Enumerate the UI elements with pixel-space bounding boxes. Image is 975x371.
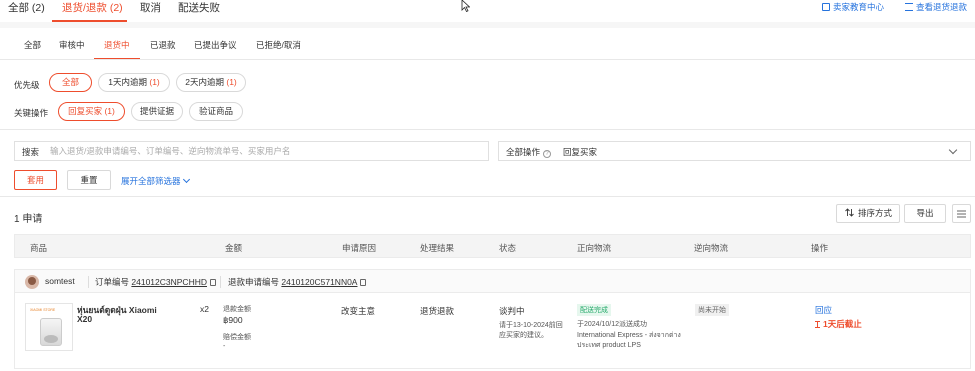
resolution: 退货退款 bbox=[420, 306, 455, 316]
sort-icon bbox=[845, 208, 854, 217]
filter-divider bbox=[0, 129, 975, 130]
status-title: 谈判中 bbox=[499, 306, 525, 316]
th-resolution: 处理结果 bbox=[420, 243, 455, 253]
forward-logistics-carrier-cont: ประเทศ product LPS bbox=[577, 342, 641, 349]
chevron-down-icon bbox=[182, 175, 190, 184]
help-icon: ? bbox=[543, 150, 552, 158]
product-quantity: x2 bbox=[200, 304, 209, 314]
subtab-all[interactable]: 全部 bbox=[24, 39, 41, 51]
respond-link[interactable]: 回应 bbox=[815, 304, 832, 316]
expand-filters-link[interactable]: 展开全部筛选器 bbox=[121, 175, 190, 187]
chevron-down-icon bbox=[948, 145, 958, 155]
refund-amount-label: 退款金额 bbox=[223, 306, 251, 313]
subtab-divider bbox=[0, 59, 975, 60]
key-action-label: 关键操作 bbox=[14, 108, 49, 118]
compensation-label: 赔偿金额 bbox=[223, 334, 251, 341]
product-name-line2: X20 bbox=[77, 314, 93, 324]
list-icon bbox=[905, 3, 913, 11]
buyer-username[interactable]: somtest bbox=[45, 276, 75, 286]
search-box: 搜索 bbox=[14, 141, 489, 161]
reverse-logistics-badge: 尚未开始 bbox=[695, 304, 729, 316]
avatar bbox=[25, 275, 39, 289]
separator bbox=[220, 276, 221, 288]
return-reason: 改变主意 bbox=[341, 306, 376, 316]
th-forward-logistics: 正向物流 bbox=[577, 243, 612, 253]
book-icon bbox=[822, 3, 830, 11]
mouse-cursor-icon bbox=[461, 0, 470, 12]
th-reason: 申请原因 bbox=[342, 243, 377, 253]
order-number: 订单编号 241012C3NPCHHD bbox=[95, 276, 216, 288]
product-image[interactable]: XIAOMI STORE bbox=[25, 303, 73, 351]
menu-icon bbox=[957, 210, 966, 218]
priority-2day-pill[interactable]: 2天内逾期 (1) bbox=[176, 73, 246, 92]
robot-vacuum-illustration bbox=[40, 318, 62, 346]
order-header: somtest 订单编号 241012C3NPCHHD 退款申请编号 24101… bbox=[14, 269, 971, 293]
compensation-amount: - bbox=[223, 343, 226, 350]
all-actions-select[interactable]: 全部操作? 回复买家 bbox=[498, 141, 971, 161]
tab-cancel[interactable]: 取消 bbox=[140, 0, 161, 15]
provide-evidence-pill[interactable]: 提供证据 bbox=[131, 102, 183, 121]
th-reverse-logistics: 逆向物流 bbox=[694, 243, 729, 253]
status-desc-line1: 请于13-10-2024前回 bbox=[499, 322, 563, 329]
status-tab-bar: 全部 (2) 退货/退款 (2) 取消 配送失败 卖家教育中心 查看退货退款 bbox=[0, 0, 975, 22]
subtab-returning[interactable]: 退货中 bbox=[104, 39, 130, 51]
copy-icon[interactable] bbox=[360, 279, 367, 286]
priority-label: 优先级 bbox=[14, 80, 40, 90]
refund-amount: ฿900 bbox=[223, 315, 243, 325]
column-settings-button[interactable] bbox=[952, 204, 971, 223]
forward-logistics-date: 于2024/10/12派送成功 bbox=[577, 321, 648, 328]
subtab-refunded[interactable]: 已退款 bbox=[150, 39, 176, 51]
subtab-disputed[interactable]: 已提出争议 bbox=[194, 39, 237, 51]
active-tab-underline bbox=[52, 20, 127, 22]
all-actions-label: 全部操作? bbox=[506, 146, 552, 158]
status-desc-line2: 应买家的建议。 bbox=[499, 332, 548, 339]
tab-all[interactable]: 全部 (2) bbox=[8, 0, 45, 15]
tab-return-refund[interactable]: 退货/退款 (2) bbox=[62, 0, 123, 15]
separator bbox=[88, 276, 89, 288]
deadline-text: 1天后截止 bbox=[815, 318, 862, 330]
reply-buyer-pill[interactable]: 回复买家 (1) bbox=[58, 102, 125, 121]
search-input[interactable] bbox=[50, 143, 480, 159]
th-amount: 金额 bbox=[225, 243, 243, 253]
hourglass-icon bbox=[815, 321, 820, 328]
return-number-link[interactable]: 2410120C571NN0A bbox=[281, 277, 357, 287]
th-action: 操作 bbox=[811, 243, 829, 253]
seller-education-link[interactable]: 卖家教育中心 bbox=[822, 1, 884, 13]
priority-1day-pill[interactable]: 1天内逾期 (1) bbox=[98, 73, 170, 92]
order-row: XIAOMI STORE หุ่นยนต์ดูดฝุ่น Xiaomi X20 … bbox=[14, 293, 971, 369]
th-product: 商品 bbox=[30, 243, 48, 253]
action-divider bbox=[0, 196, 975, 197]
th-status: 状态 bbox=[499, 243, 517, 253]
all-actions-value: 回复买家 bbox=[563, 147, 598, 157]
table-header: 商品 金额 申请原因 处理结果 状态 正向物流 逆向物流 操作 bbox=[14, 234, 971, 258]
copy-icon[interactable] bbox=[209, 279, 216, 286]
subtab-reviewing[interactable]: 审核中 bbox=[59, 39, 85, 51]
search-label: 搜索 bbox=[22, 147, 40, 157]
reset-button[interactable]: 重置 bbox=[67, 170, 111, 190]
verify-item-pill[interactable]: 验证商品 bbox=[189, 102, 243, 121]
product-brand-text: XIAOMI STORE bbox=[30, 308, 56, 312]
apply-button[interactable]: 套用 bbox=[14, 170, 57, 190]
view-return-rules-link[interactable]: 查看退货退款 bbox=[905, 1, 967, 13]
priority-all-pill[interactable]: 全部 bbox=[49, 73, 92, 92]
export-button[interactable]: 导出 bbox=[904, 204, 946, 223]
sort-button[interactable]: 排序方式 bbox=[836, 204, 900, 223]
subtab-rejected-cancelled[interactable]: 已拒绝/取消 bbox=[256, 39, 301, 51]
return-number: 退款申请编号 2410120C571NN0A bbox=[228, 276, 367, 288]
tab-delivery-failed[interactable]: 配送失败 bbox=[178, 0, 220, 15]
result-count: 1 申请 bbox=[14, 214, 43, 225]
order-number-link[interactable]: 241012C3NPCHHD bbox=[131, 277, 207, 287]
forward-logistics-badge: 配送完成 bbox=[577, 304, 611, 316]
